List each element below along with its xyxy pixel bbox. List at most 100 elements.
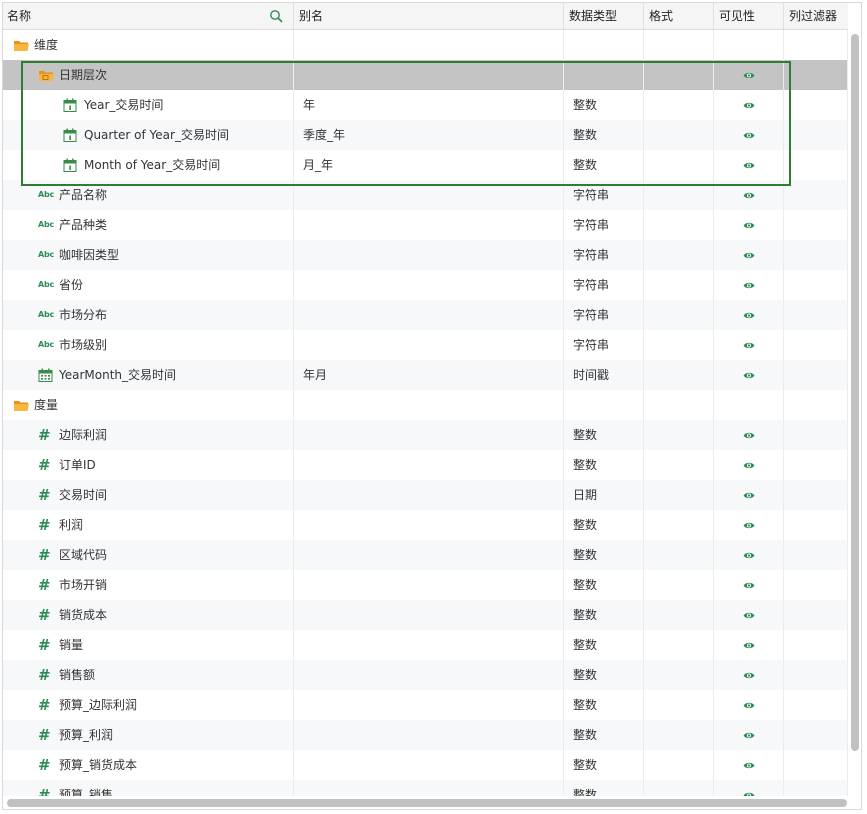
filter-cell[interactable] <box>784 480 848 510</box>
alias-cell[interactable] <box>294 720 564 750</box>
eye-icon[interactable] <box>714 240 783 270</box>
filter-cell[interactable] <box>784 240 848 270</box>
datatype-cell[interactable]: 整数 <box>564 720 644 750</box>
table-row[interactable]: Abc 市场分布 字符串 <box>3 300 848 330</box>
alias-cell[interactable] <box>294 420 564 450</box>
format-cell[interactable] <box>644 750 714 780</box>
column-header-datatype[interactable]: 数据类型 <box>564 3 644 29</box>
alias-cell[interactable] <box>294 510 564 540</box>
filter-cell[interactable] <box>784 270 848 300</box>
datatype-cell[interactable]: 整数 <box>564 600 644 630</box>
table-row[interactable]: # 区域代码 整数 <box>3 540 848 570</box>
alias-cell[interactable]: 年月 <box>294 360 564 390</box>
filter-cell[interactable] <box>784 180 848 210</box>
eye-icon[interactable] <box>714 120 783 150</box>
alias-cell[interactable]: 季度_年 <box>294 120 564 150</box>
alias-cell[interactable] <box>294 750 564 780</box>
format-cell[interactable] <box>644 120 714 150</box>
column-header-alias[interactable]: 别名 <box>294 3 564 29</box>
datatype-cell[interactable] <box>564 390 644 420</box>
table-row[interactable]: # 市场开销 整数 <box>3 570 848 600</box>
datatype-cell[interactable]: 日期 <box>564 480 644 510</box>
alias-cell[interactable] <box>294 600 564 630</box>
datatype-cell[interactable]: 整数 <box>564 630 644 660</box>
format-cell[interactable] <box>644 630 714 660</box>
format-cell[interactable] <box>644 330 714 360</box>
format-cell[interactable] <box>644 720 714 750</box>
table-row[interactable]: # 交易时间 日期 <box>3 480 848 510</box>
format-cell[interactable] <box>644 690 714 720</box>
eye-icon[interactable] <box>714 210 783 240</box>
table-row[interactable]: # 订单ID 整数 <box>3 450 848 480</box>
alias-cell[interactable]: 月_年 <box>294 150 564 180</box>
horizontal-scrollbar-thumb[interactable] <box>7 799 847 807</box>
alias-cell[interactable] <box>294 270 564 300</box>
eye-icon[interactable] <box>714 60 783 90</box>
datatype-cell[interactable]: 时间戳 <box>564 360 644 390</box>
format-cell[interactable] <box>644 510 714 540</box>
alias-cell[interactable] <box>294 60 564 90</box>
filter-cell[interactable] <box>784 60 848 90</box>
column-header-format[interactable]: 格式 <box>644 3 714 29</box>
alias-cell[interactable] <box>294 30 564 60</box>
format-cell[interactable] <box>644 300 714 330</box>
table-row[interactable]: # 预算_利润 整数 <box>3 720 848 750</box>
filter-cell[interactable] <box>784 690 848 720</box>
alias-cell[interactable]: 年 <box>294 90 564 120</box>
format-cell[interactable] <box>644 60 714 90</box>
datatype-cell[interactable]: 整数 <box>564 90 644 120</box>
format-cell[interactable] <box>644 420 714 450</box>
filter-cell[interactable] <box>784 150 848 180</box>
table-row[interactable]: Abc 市场级别 字符串 <box>3 330 848 360</box>
datatype-cell[interactable]: 整数 <box>564 450 644 480</box>
datatype-cell[interactable]: 字符串 <box>564 210 644 240</box>
format-cell[interactable] <box>644 390 714 420</box>
eye-icon[interactable] <box>714 540 783 570</box>
datatype-cell[interactable]: 整数 <box>564 510 644 540</box>
column-header-visible[interactable]: 可见性 <box>714 3 784 29</box>
datatype-cell[interactable]: 字符串 <box>564 300 644 330</box>
eye-icon[interactable] <box>714 330 783 360</box>
eye-icon[interactable] <box>714 630 783 660</box>
filter-cell[interactable] <box>784 90 848 120</box>
alias-cell[interactable] <box>294 300 564 330</box>
eye-icon[interactable] <box>714 90 783 120</box>
filter-cell[interactable] <box>784 600 848 630</box>
alias-cell[interactable] <box>294 690 564 720</box>
table-row[interactable]: # 边际利润 整数 <box>3 420 848 450</box>
table-row[interactable]: Abc 省份 字符串 <box>3 270 848 300</box>
alias-cell[interactable] <box>294 390 564 420</box>
datatype-cell[interactable]: 整数 <box>564 540 644 570</box>
format-cell[interactable] <box>644 540 714 570</box>
datatype-cell[interactable]: 字符串 <box>564 180 644 210</box>
datatype-cell[interactable]: 整数 <box>564 690 644 720</box>
eye-icon[interactable] <box>714 180 783 210</box>
eye-icon[interactable] <box>714 480 783 510</box>
alias-cell[interactable] <box>294 630 564 660</box>
column-header-name[interactable]: 名称 <box>3 3 294 29</box>
format-cell[interactable] <box>644 30 714 60</box>
eye-icon[interactable] <box>714 420 783 450</box>
format-cell[interactable] <box>644 600 714 630</box>
filter-cell[interactable] <box>784 420 848 450</box>
eye-icon[interactable] <box>714 720 783 750</box>
datatype-cell[interactable] <box>564 30 644 60</box>
filter-cell[interactable] <box>784 300 848 330</box>
filter-cell[interactable] <box>784 210 848 240</box>
eye-icon[interactable] <box>714 270 783 300</box>
table-row[interactable]: Abc 产品名称 字符串 <box>3 180 848 210</box>
table-row[interactable]: 日期层次 <box>3 60 848 90</box>
filter-cell[interactable] <box>784 510 848 540</box>
eye-icon[interactable] <box>714 750 783 780</box>
filter-cell[interactable] <box>784 30 848 60</box>
vertical-scrollbar-thumb[interactable] <box>851 34 859 751</box>
format-cell[interactable] <box>644 570 714 600</box>
filter-cell[interactable] <box>784 750 848 780</box>
table-row[interactable]: Year_交易时间 年整数 <box>3 90 848 120</box>
horizontal-scrollbar[interactable] <box>3 796 861 809</box>
alias-cell[interactable] <box>294 240 564 270</box>
table-row[interactable]: Quarter of Year_交易时间 季度_年 整数 <box>3 120 848 150</box>
format-cell[interactable] <box>644 150 714 180</box>
datatype-cell[interactable]: 字符串 <box>564 270 644 300</box>
filter-cell[interactable] <box>784 120 848 150</box>
